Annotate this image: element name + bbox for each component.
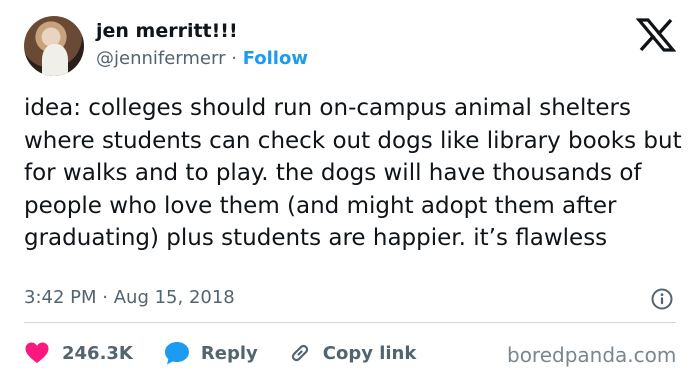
x-logo-icon[interactable] [636,18,676,52]
divider [24,322,676,323]
copy-link-button[interactable]: Copy link [288,341,417,365]
action-bar: 246.3K Reply Copy link [24,340,416,366]
author-display-name[interactable]: jen merritt!!! [96,20,238,42]
like-count: 246.3K [62,342,133,364]
handle-separator: · [231,48,237,69]
tweet-date: Aug 15, 2018 [113,287,235,308]
copy-link-label: Copy link [322,342,417,364]
author-handle-row: @jennifermerr · Follow [96,48,308,69]
reply-bubble-icon [164,342,189,365]
like-button[interactable]: 246.3K [24,341,133,365]
author-handle[interactable]: @jennifermerr [96,48,225,69]
link-icon [291,344,308,362]
follow-button[interactable]: Follow [243,48,308,69]
tweet-timestamp[interactable]: 3:42 PM · Aug 15, 2018 [24,287,235,308]
timestamp-separator: · [102,287,108,308]
watermark: boredpanda.com [507,343,677,367]
tweet-text: idea: colleges should run on-campus anim… [24,95,682,251]
avatar[interactable] [24,16,84,76]
heart-icon [25,342,49,363]
tweet-time: 3:42 PM [24,287,97,308]
info-icon[interactable] [651,288,673,310]
reply-label: Reply [200,342,258,364]
reply-button[interactable]: Reply [163,340,258,366]
